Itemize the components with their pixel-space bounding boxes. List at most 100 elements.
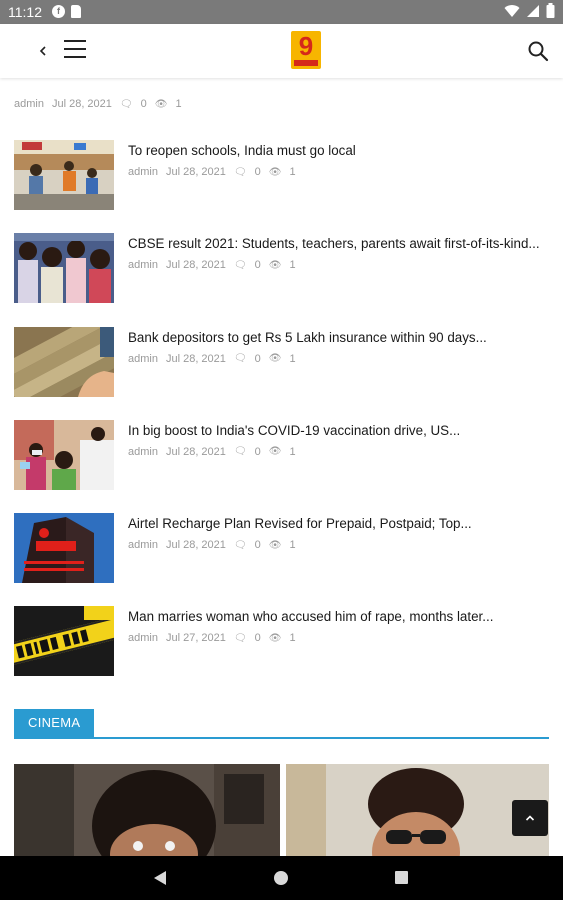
post-author: admin	[128, 352, 158, 365]
post-date: Jul 27, 2021	[165, 632, 226, 645]
hamburger-menu-icon-line	[64, 56, 86, 58]
comment-icon: 🗨	[233, 632, 247, 644]
nav-recents-icon[interactable]	[395, 871, 408, 884]
eye-icon: 👁	[268, 632, 282, 644]
eye-icon: 👁	[268, 539, 282, 551]
post-meta: admin Jul 28, 2021 🗨 0 👁 1	[128, 539, 296, 551]
news-thumbnail[interactable]	[14, 326, 114, 397]
post-comments: 0	[254, 166, 261, 178]
post-views: 1	[289, 166, 296, 178]
hamburger-menu-icon-line	[64, 48, 86, 50]
post-views: 1	[289, 539, 296, 552]
status-right-icons	[504, 3, 555, 18]
cinema-thumbnail[interactable]	[14, 764, 280, 856]
chevron-left-icon	[39, 46, 46, 56]
post-meta: admin Jul 28, 2021 🗨 0 👁 1	[14, 98, 182, 110]
post-views: 1	[175, 98, 182, 110]
search-button[interactable]	[527, 40, 549, 62]
cinema-row	[14, 764, 549, 856]
list-item-partial[interactable]: admin Jul 28, 2021 🗨 0 👁 1	[14, 78, 554, 118]
news-item[interactable]: Bank depositors to get Rs 5 Lakh insuran…	[14, 326, 549, 420]
news-thumbnail[interactable]	[14, 140, 114, 210]
news-item[interactable]: Man marries woman who accused him of rap…	[14, 606, 549, 699]
post-date: Jul 28, 2021	[165, 166, 226, 178]
content-area[interactable]: admin Jul 28, 2021 🗨 0 👁 1 To reopen sch…	[0, 78, 563, 856]
eye-icon: 👁	[268, 446, 282, 458]
news-title[interactable]: Man marries woman who accused him of rap…	[128, 609, 548, 624]
news-title[interactable]: CBSE result 2021: Students, teachers, pa…	[128, 236, 548, 251]
nav-home-icon[interactable]	[274, 871, 288, 885]
wifi-icon	[504, 4, 520, 17]
post-meta: admin Jul 27, 2021 🗨 0 👁 1	[128, 632, 296, 644]
post-comments: 0	[254, 259, 261, 272]
news-thumbnail[interactable]	[14, 233, 114, 304]
status-time: 11:12	[8, 4, 42, 20]
comment-icon: 🗨	[233, 166, 247, 178]
news-thumbnail[interactable]	[14, 513, 114, 584]
post-comments: 0	[140, 98, 147, 110]
post-views: 1	[289, 445, 296, 458]
scroll-to-top-button[interactable]	[512, 800, 548, 836]
post-views: 1	[289, 259, 296, 272]
eye-icon: 👁	[154, 98, 168, 110]
comment-icon: 🗨	[233, 353, 247, 365]
eye-icon: 👁	[268, 259, 282, 271]
sd-card-icon	[71, 5, 81, 18]
app-logo[interactable]: 9	[291, 31, 321, 69]
news-item[interactable]: To reopen schools, India must go local a…	[14, 140, 549, 233]
section-label[interactable]: CINEMA	[14, 709, 95, 737]
post-comments: 0	[254, 632, 261, 645]
back-button[interactable]	[38, 39, 56, 63]
nav-back-icon[interactable]	[153, 870, 167, 886]
news-title[interactable]: Airtel Recharge Plan Revised for Prepaid…	[128, 516, 548, 531]
post-date: Jul 28, 2021	[165, 352, 226, 365]
post-comments: 0	[254, 352, 261, 365]
system-nav-bar	[0, 856, 563, 900]
comment-icon: 🗨	[119, 98, 133, 110]
news-thumbnail[interactable]	[14, 419, 114, 490]
post-comments: 0	[254, 445, 261, 458]
hamburger-menu-icon	[64, 40, 86, 42]
search-icon	[528, 41, 549, 62]
news-title[interactable]: To reopen schools, India must go local	[128, 143, 548, 158]
chevron-up-icon	[525, 814, 535, 821]
post-views: 1	[289, 632, 296, 645]
cinema-thumbnail[interactable]	[286, 764, 549, 856]
post-comments: 0	[254, 539, 261, 552]
battery-icon	[546, 3, 555, 18]
news-thumbnail[interactable]	[14, 606, 114, 677]
news-title[interactable]: In big boost to India's COVID-19 vaccina…	[128, 423, 548, 438]
facebook-notification-icon: f	[52, 5, 65, 18]
post-date: Jul 28, 2021	[165, 259, 226, 272]
logo-number: 9	[298, 31, 314, 61]
post-date: Jul 28, 2021	[165, 445, 226, 458]
logo-bar	[294, 60, 318, 66]
menu-button[interactable]	[64, 40, 88, 60]
news-title[interactable]: Bank depositors to get Rs 5 Lakh insuran…	[128, 330, 548, 345]
post-meta: admin Jul 28, 2021 🗨 0 👁 1	[128, 446, 296, 458]
comment-icon: 🗨	[233, 446, 247, 458]
eye-icon: 👁	[268, 166, 282, 178]
post-views: 1	[289, 352, 296, 365]
post-author: admin	[128, 445, 158, 458]
post-meta: admin Jul 28, 2021 🗨 0 👁 1	[128, 166, 296, 178]
status-left-icons: f	[52, 5, 81, 18]
section-divider	[14, 737, 549, 739]
post-author: admin	[14, 98, 44, 110]
status-bar: 11:12 f	[0, 0, 563, 24]
news-item[interactable]: In big boost to India's COVID-19 vaccina…	[14, 419, 549, 513]
section-header-cinema: CINEMA	[14, 709, 549, 739]
post-meta: admin Jul 28, 2021 🗨 0 👁 1	[128, 259, 296, 271]
post-date: Jul 28, 2021	[51, 98, 112, 110]
post-meta: admin Jul 28, 2021 🗨 0 👁 1	[128, 353, 296, 365]
eye-icon: 👁	[268, 353, 282, 365]
comment-icon: 🗨	[233, 539, 247, 551]
post-date: Jul 28, 2021	[165, 539, 226, 552]
news-item[interactable]: Airtel Recharge Plan Revised for Prepaid…	[14, 513, 549, 606]
post-author: admin	[128, 632, 158, 645]
comment-icon: 🗨	[233, 259, 247, 271]
news-item[interactable]: CBSE result 2021: Students, teachers, pa…	[14, 233, 549, 326]
news-list: To reopen schools, India must go local a…	[14, 140, 549, 700]
post-author: admin	[128, 539, 158, 552]
post-author: admin	[128, 166, 158, 178]
